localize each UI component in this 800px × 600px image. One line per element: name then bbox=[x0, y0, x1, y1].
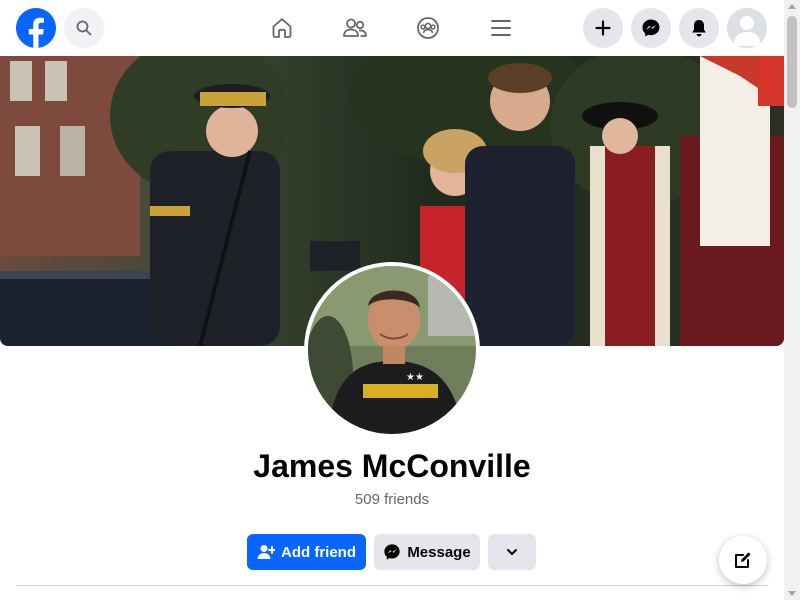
search-button[interactable] bbox=[64, 8, 104, 48]
messenger-icon bbox=[384, 544, 400, 560]
profile-picture[interactable]: ★★ bbox=[304, 262, 480, 438]
nav-groups[interactable] bbox=[412, 12, 444, 44]
account-avatar[interactable] bbox=[727, 8, 767, 48]
menu-icon bbox=[491, 20, 511, 36]
message-button[interactable]: Message bbox=[374, 534, 480, 570]
top-navigation-bar bbox=[0, 0, 784, 56]
facebook-logo-icon[interactable] bbox=[16, 8, 56, 48]
create-button[interactable] bbox=[583, 8, 623, 48]
search-icon bbox=[76, 20, 92, 36]
groups-icon bbox=[417, 17, 439, 39]
default-avatar-icon bbox=[727, 8, 767, 48]
svg-text:★★: ★★ bbox=[406, 372, 424, 383]
nav-menu[interactable] bbox=[485, 12, 517, 44]
compose-icon bbox=[735, 552, 751, 568]
friends-icon bbox=[343, 18, 367, 37]
plus-icon bbox=[595, 20, 611, 36]
message-label: Message bbox=[407, 543, 471, 561]
scroll-thumb[interactable] bbox=[787, 16, 797, 108]
bell-icon bbox=[692, 20, 706, 37]
home-icon bbox=[272, 18, 292, 38]
more-options-button[interactable] bbox=[488, 534, 536, 570]
nav-home[interactable] bbox=[266, 12, 298, 44]
friends-count[interactable]: 509 friends bbox=[0, 491, 784, 508]
chevron-down-icon bbox=[507, 549, 517, 555]
messenger-button[interactable] bbox=[631, 8, 671, 48]
nav-friends[interactable] bbox=[339, 12, 371, 44]
messenger-icon bbox=[642, 19, 660, 37]
page-scrollbar[interactable] bbox=[784, 0, 800, 600]
new-message-button[interactable] bbox=[719, 536, 767, 584]
add-friend-button[interactable]: Add friend bbox=[247, 534, 366, 570]
scroll-up-arrow-icon[interactable] bbox=[788, 4, 796, 9]
add-friend-icon bbox=[257, 545, 275, 559]
section-divider bbox=[16, 585, 768, 586]
notifications-button[interactable] bbox=[679, 8, 719, 48]
scroll-down-arrow-icon[interactable] bbox=[788, 591, 796, 596]
profile-name: James McConville bbox=[253, 448, 531, 484]
add-friend-label: Add friend bbox=[281, 543, 356, 561]
